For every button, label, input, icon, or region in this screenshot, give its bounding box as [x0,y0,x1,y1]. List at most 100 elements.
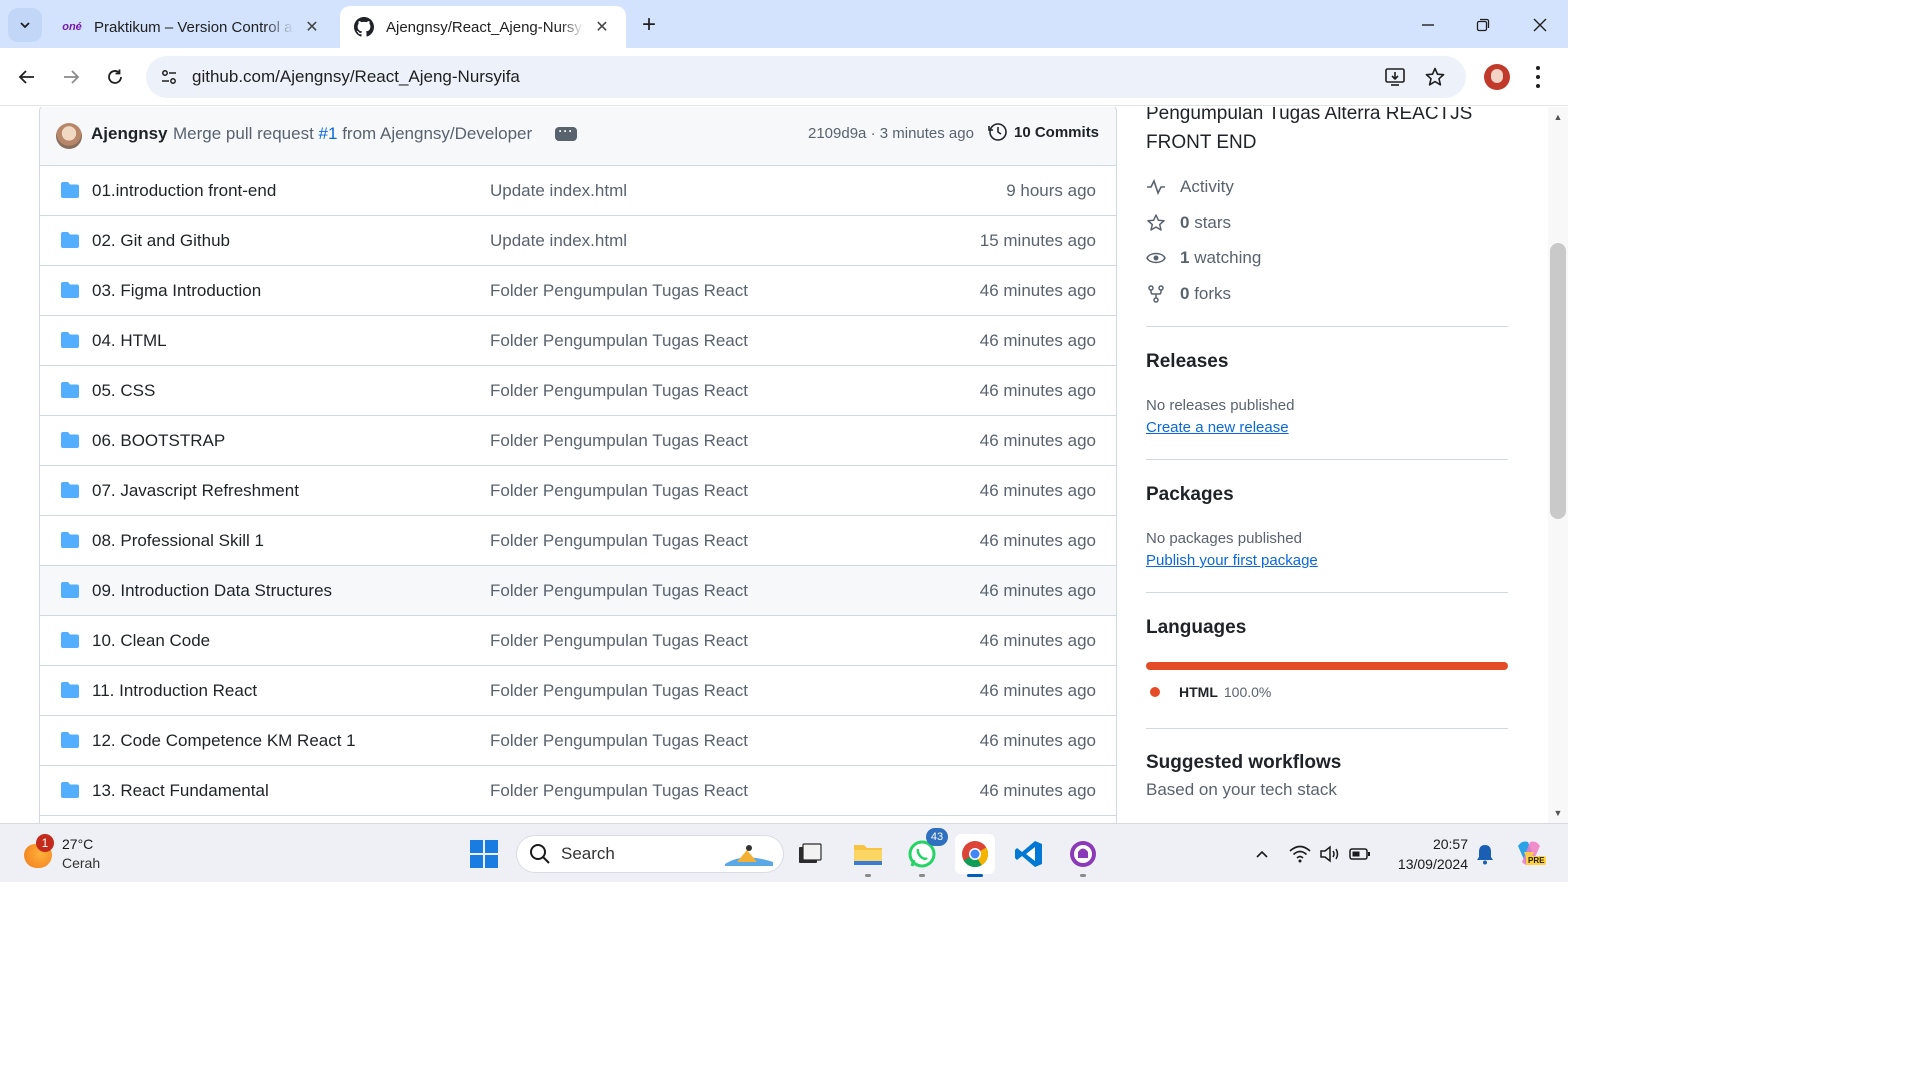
table-row[interactable]: 01.introduction front-end Update index.ht… [40,166,1116,216]
install-app-icon[interactable] [1382,64,1408,90]
system-clock[interactable]: 20:57 13/09/2024 [1382,834,1468,874]
scroll-down-arrow-icon[interactable]: ▼ [1552,807,1564,819]
page-scrollbar[interactable]: ▲ ▼ [1548,107,1568,823]
file-name-link[interactable]: 13. React Fundamental [92,781,269,801]
commit-message-link[interactable]: Folder Pengumpulan Tugas React [490,681,748,701]
weather-widget[interactable]: 1 27°C Cerah [22,834,142,874]
commit-message-link[interactable]: Update index.html [490,181,627,201]
file-name-link[interactable]: 07. Javascript Refreshment [92,481,299,501]
close-window-button[interactable] [1525,10,1555,40]
table-row[interactable]: 10. Clean Code Folder Pengumpulan Tugas R… [40,616,1116,666]
table-row[interactable]: 12. Code Competence KM React 1 Folder Pen… [40,716,1116,766]
table-row[interactable]: 13. React Fundamental Folder Pengumpulan … [40,766,1116,816]
show-hidden-icons-button[interactable] [1250,842,1274,866]
commit-message-link[interactable]: Folder Pengumpulan Tugas React [490,581,748,601]
chrome-button[interactable] [955,834,995,877]
commit-message-link[interactable]: Folder Pengumpulan Tugas React [490,381,748,401]
forks-link[interactable]: 0 forks [1146,284,1231,304]
table-row[interactable]: 06. BOOTSTRAP Folder Pengumpulan Tugas Re… [40,416,1116,466]
commit-message-link[interactable]: Folder Pengumpulan Tugas React [490,731,748,751]
stars-link[interactable]: 0 stars [1146,213,1231,233]
task-view-button[interactable] [790,834,830,874]
commit-meta[interactable]: 2109d9a · 3 minutes ago [808,125,974,142]
language-item-html[interactable]: HTML 100.0% [1150,684,1271,700]
github-desktop-button[interactable] [1063,834,1103,877]
close-tab-icon[interactable]: ✕ [592,17,612,37]
table-row[interactable]: 02. Git and Github Update index.html 15 mi… [40,216,1116,266]
packages-heading[interactable]: Packages [1146,484,1234,506]
commit-author[interactable]: Ajengnsy [91,124,168,144]
file-name-link[interactable]: 12. Code Competence KM React 1 [92,731,356,751]
notifications-bell-icon[interactable] [1473,842,1497,866]
copilot-button[interactable]: PRE [1514,838,1547,868]
minimize-button[interactable] [1413,10,1443,40]
file-name-link[interactable]: 03. Figma Introduction [92,281,261,301]
chrome-menu-button[interactable] [1528,64,1548,90]
commit-message-link[interactable]: Folder Pengumpulan Tugas React [490,631,748,651]
file-name-link[interactable]: 08. Professional Skill 1 [92,531,264,551]
profile-avatar[interactable] [1484,64,1510,90]
commit-details-toggle[interactable]: ··· [555,125,577,141]
commit-age: 9 hours ago [1006,181,1096,200]
taskbar-search[interactable]: Search [516,835,784,873]
author-avatar[interactable] [56,123,82,149]
volume-icon[interactable] [1318,842,1342,866]
commit-message-link[interactable]: Update index.html [490,231,627,251]
reload-button[interactable] [100,62,130,92]
releases-heading[interactable]: Releases [1146,351,1228,373]
table-row[interactable]: 08. Professional Skill 1 Folder Pengumpul… [40,516,1116,566]
commit-message-link[interactable]: Folder Pengumpulan Tugas React [490,281,748,301]
file-name-link[interactable]: 05. CSS [92,381,155,401]
commit-message-link[interactable]: Folder Pengumpulan Tugas React [490,431,748,451]
whatsapp-button[interactable]: 43 [902,828,948,877]
file-explorer-button[interactable] [848,834,888,877]
close-tab-icon[interactable]: ✕ [302,17,322,37]
file-name-link[interactable]: 10. Clean Code [92,631,210,651]
file-name-link[interactable]: 06. BOOTSTRAP [92,431,225,451]
activity-link[interactable]: Activity [1146,177,1234,197]
address-bar[interactable]: github.com/Ajengnsy/React_Ajeng-Nursyifa [146,56,1466,98]
table-row[interactable]: 07. Javascript Refreshment Folder Pengump… [40,466,1116,516]
wifi-icon[interactable] [1288,842,1312,866]
table-row[interactable]: 09. Introduction Data Structures Folder P… [40,566,1116,616]
tab-github-repo[interactable]: Ajengnsy/React_Ajeng-Nursyifa ✕ [340,6,626,48]
table-row[interactable]: 11. Introduction React Folder Pengumpulan… [40,666,1116,716]
commit-message-link[interactable]: Folder Pengumpulan Tugas React [490,481,748,501]
back-button[interactable] [12,62,42,92]
start-button[interactable] [464,834,504,874]
bookmark-star-icon[interactable] [1422,64,1448,90]
forward-button[interactable] [56,62,86,92]
commit-message-link[interactable]: Folder Pengumpulan Tugas React [490,331,748,351]
file-name-link[interactable]: 01.introduction front-end [92,181,276,201]
restore-button[interactable] [1468,10,1498,40]
table-row[interactable]: 04. HTML Folder Pengumpulan Tugas React 46… [40,316,1116,366]
battery-icon[interactable] [1348,842,1372,866]
tab-search-button[interactable] [8,8,42,42]
watchers-link[interactable]: 1 watching [1146,248,1261,268]
folder-icon [60,681,80,704]
create-release-link[interactable]: Create a new release [1146,419,1289,436]
scrollbar-thumb[interactable] [1550,243,1566,519]
commits-link[interactable]: 10 Commits [988,122,1099,142]
commit-age: 46 minutes ago [979,331,1096,350]
github-icon [354,17,374,37]
file-name-link[interactable]: 11. Introduction React [92,681,257,701]
file-name-link[interactable]: 02. Git and Github [92,231,230,251]
commit-message[interactable]: Merge pull request #1 from Ajengnsy/Deve… [173,124,532,144]
commit-message-link[interactable]: Folder Pengumpulan Tugas React [490,531,748,551]
pr-link[interactable]: #1 [319,124,338,143]
vscode-button[interactable] [1009,834,1049,874]
tab-praktikum[interactable]: oné Praktikum – Version Control and ✕ [48,6,336,48]
scroll-up-arrow-icon[interactable]: ▲ [1552,111,1564,123]
new-tab-button[interactable]: + [636,11,662,38]
file-name-link[interactable]: 04. HTML [92,331,167,351]
table-row[interactable]: 05. CSS Folder Pengumpulan Tugas React 46 … [40,366,1116,416]
publish-package-link[interactable]: Publish your first package [1146,552,1318,569]
commit-message-link[interactable]: Folder Pengumpulan Tugas React [490,781,748,801]
eye-icon [1146,252,1166,264]
tab-title: Ajengnsy/React_Ajeng-Nursyifa [386,18,584,36]
table-row[interactable]: 03. Figma Introduction Folder Pengumpulan… [40,266,1116,316]
commit-age: 46 minutes ago [979,631,1096,650]
site-info-icon[interactable] [156,64,182,90]
file-name-link[interactable]: 09. Introduction Data Structures [92,581,332,601]
